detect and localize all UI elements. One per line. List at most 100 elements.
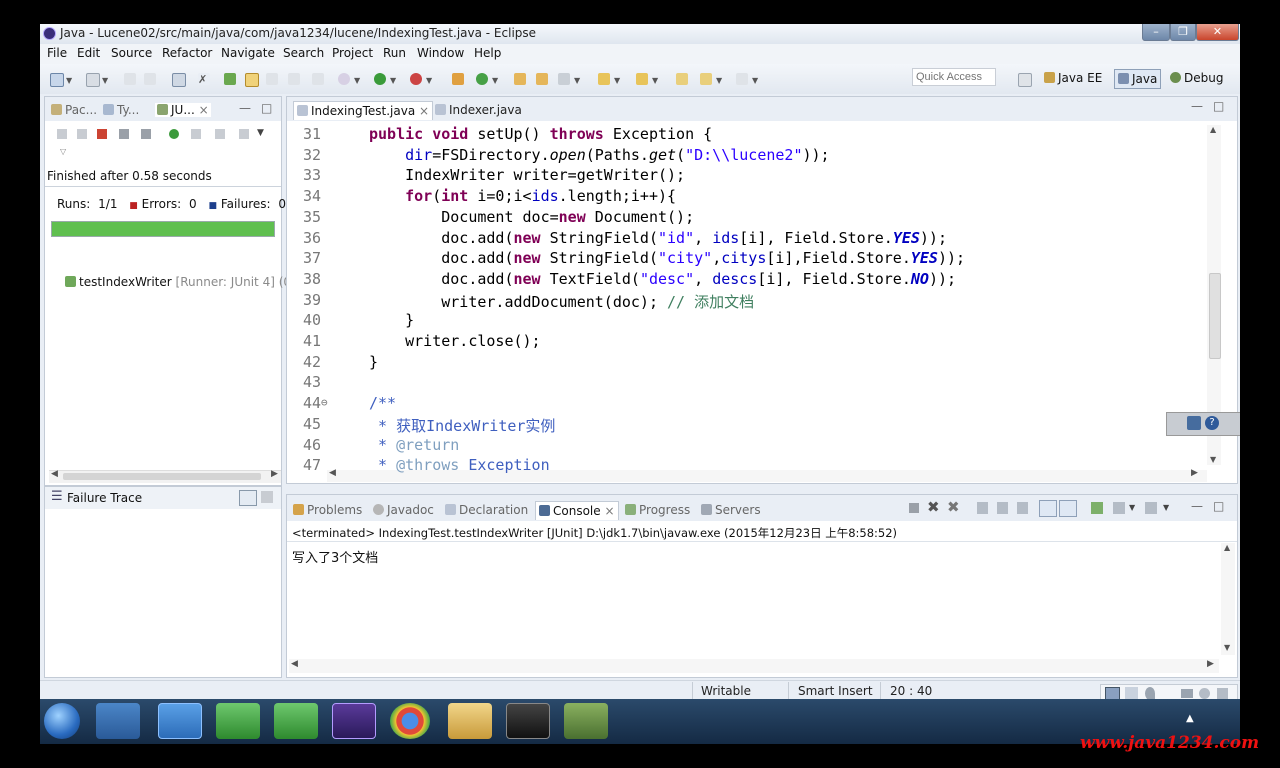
- horizontal-scrollbar[interactable]: ◀ ▶: [49, 469, 281, 483]
- remove-launch-icon[interactable]: ✖: [927, 498, 940, 516]
- run-icon[interactable]: [374, 73, 386, 85]
- minimize-view-icon[interactable]: —: [239, 101, 251, 115]
- debug-icon[interactable]: [338, 73, 350, 85]
- chevron-down-icon[interactable]: ▼: [574, 76, 580, 85]
- toggle-icon[interactable]: [224, 73, 236, 85]
- menu-window[interactable]: Window: [417, 46, 464, 60]
- skip-breakpoints-icon[interactable]: ✗: [198, 73, 210, 86]
- tab-javadoc[interactable]: Javadoc: [373, 503, 434, 517]
- taskbar-explorer-icon[interactable]: [448, 703, 492, 739]
- menu-search[interactable]: Search: [283, 46, 324, 60]
- save-all-icon[interactable]: [144, 73, 156, 85]
- minimize-editor-icon[interactable]: —: [1191, 99, 1203, 113]
- chevron-down-icon[interactable]: ▼: [66, 76, 72, 85]
- rerun-test-icon[interactable]: [169, 129, 179, 139]
- chevron-down-icon[interactable]: ▼: [752, 76, 758, 85]
- settings-icon[interactable]: [1199, 688, 1210, 699]
- chevron-down-icon[interactable]: ▼: [1163, 503, 1169, 512]
- chevron-down-icon[interactable]: ▼: [426, 76, 432, 85]
- external-tools-icon[interactable]: [410, 73, 422, 85]
- maximize-view-icon[interactable]: □: [261, 101, 272, 115]
- help-icon[interactable]: ?: [1205, 416, 1219, 430]
- display-console-icon[interactable]: [1113, 502, 1125, 514]
- save-icon[interactable]: [124, 73, 136, 85]
- clear-console-icon[interactable]: [977, 502, 988, 514]
- next-failure-icon[interactable]: [57, 129, 67, 139]
- keyboard-icon[interactable]: [1181, 689, 1193, 698]
- filter-stack-icon[interactable]: [239, 490, 257, 506]
- menu-navigate[interactable]: Navigate: [221, 46, 275, 60]
- layout-icon[interactable]: [239, 129, 249, 139]
- chevron-down-icon[interactable]: ▼: [390, 76, 396, 85]
- menu-project[interactable]: Project: [332, 46, 373, 60]
- new-package-icon[interactable]: [86, 73, 100, 87]
- maximize-button[interactable]: ❐: [1170, 24, 1196, 41]
- chevron-down-icon[interactable]: ▼: [492, 76, 498, 85]
- tab-package-explorer[interactable]: Pac...: [51, 103, 97, 117]
- taskbar-cmd-icon[interactable]: [506, 703, 550, 739]
- menu-file[interactable]: File: [47, 46, 67, 60]
- taskbar-camtasia-icon[interactable]: [216, 703, 260, 739]
- menu-help[interactable]: Help: [474, 46, 501, 60]
- open-task-icon[interactable]: [536, 73, 548, 85]
- show-stdout-icon[interactable]: [1039, 500, 1057, 517]
- chevron-down-icon[interactable]: ▼: [354, 76, 360, 85]
- tab-junit[interactable]: JU... ×: [155, 103, 211, 117]
- view-menu-icon[interactable]: ▼: [257, 128, 264, 138]
- start-button[interactable]: [44, 703, 80, 739]
- tab-type-hierarchy[interactable]: Ty...: [103, 103, 139, 117]
- tray-expand-icon[interactable]: ▲: [1186, 713, 1194, 724]
- menu-source[interactable]: Source: [111, 46, 152, 60]
- tab-progress[interactable]: Progress: [625, 503, 690, 517]
- chevron-down-icon[interactable]: ▼: [1129, 503, 1135, 512]
- taskbar-app-icon[interactable]: [564, 703, 608, 739]
- new-class-icon[interactable]: [476, 73, 488, 85]
- taskbar-word-icon[interactable]: [158, 703, 202, 739]
- close-button[interactable]: ✕: [1196, 24, 1239, 41]
- show-stderr-icon[interactable]: [1059, 500, 1077, 517]
- tab-indexingtest-java[interactable]: IndexingTest.java ×: [293, 101, 434, 120]
- scroll-lock-icon[interactable]: [997, 502, 1008, 514]
- taskbar-camtasia-recorder-icon[interactable]: [274, 703, 318, 739]
- fold-icon[interactable]: ⊖: [321, 396, 328, 409]
- tab-servers[interactable]: Servers: [701, 503, 761, 517]
- taskbar-eclipse-icon[interactable]: [332, 703, 376, 739]
- rerun-icon[interactable]: [141, 129, 151, 139]
- remove-all-icon[interactable]: ✖: [947, 498, 960, 516]
- taskbar-app-pinwheel-icon[interactable]: [96, 703, 140, 739]
- search-icon[interactable]: [558, 73, 570, 85]
- stop-icon[interactable]: [191, 129, 201, 139]
- terminate-icon[interactable]: [909, 503, 919, 513]
- console-horizontal-scrollbar[interactable]: ◀ ▶: [289, 659, 1219, 673]
- compare-icon[interactable]: [261, 491, 273, 503]
- last-edit-icon[interactable]: [676, 73, 688, 85]
- perspective-java[interactable]: Java: [1114, 69, 1162, 89]
- show-pilcrow-icon[interactable]: [312, 73, 324, 85]
- mark-occurrences-icon[interactable]: [245, 73, 259, 87]
- forward-icon[interactable]: [736, 73, 748, 85]
- maximize-view-icon[interactable]: □: [1213, 499, 1224, 513]
- scroll-lock-icon[interactable]: [119, 129, 129, 139]
- show-whitespace-icon[interactable]: [288, 73, 300, 85]
- tab-console[interactable]: Console ×: [535, 501, 619, 520]
- collapse-icon[interactable]: ▽: [60, 147, 66, 156]
- show-failures-only-icon[interactable]: [97, 129, 107, 139]
- open-console-icon[interactable]: [172, 73, 186, 87]
- history-icon[interactable]: [215, 129, 225, 139]
- menu-run[interactable]: Run: [383, 46, 406, 60]
- pin-console-icon[interactable]: [1091, 502, 1103, 514]
- block-selection-icon[interactable]: [266, 73, 278, 85]
- quick-access-input[interactable]: [912, 68, 996, 86]
- tools-icon[interactable]: [1217, 688, 1228, 699]
- ime-icon[interactable]: [1187, 416, 1201, 430]
- next-annotation-icon[interactable]: [598, 73, 610, 85]
- minimize-button[interactable]: –: [1142, 24, 1170, 41]
- minimize-view-icon[interactable]: —: [1191, 499, 1203, 513]
- chevron-down-icon[interactable]: ▼: [716, 76, 722, 85]
- open-type-icon[interactable]: [514, 73, 526, 85]
- tab-problems[interactable]: Problems: [293, 503, 362, 517]
- menu-edit[interactable]: Edit: [77, 46, 100, 60]
- back-icon[interactable]: [700, 73, 712, 85]
- chevron-down-icon[interactable]: ▼: [102, 76, 108, 85]
- open-perspective-icon[interactable]: [1018, 73, 1032, 87]
